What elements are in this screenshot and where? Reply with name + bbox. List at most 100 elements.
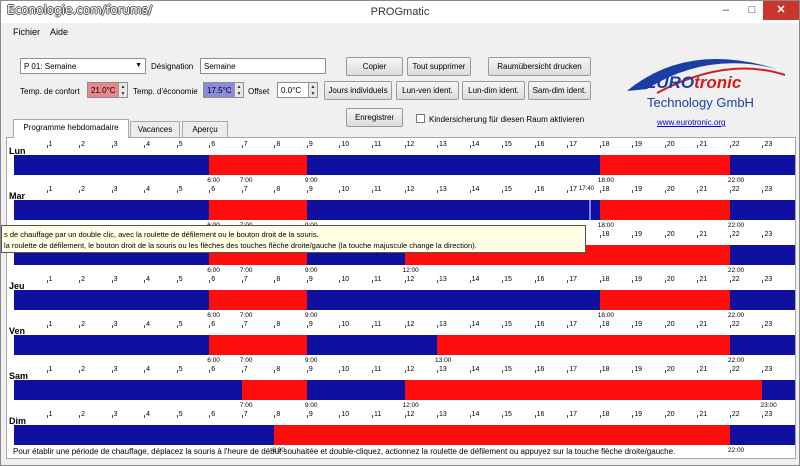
comfort-period[interactable] [209, 335, 307, 355]
schedule-bar[interactable] [14, 290, 795, 310]
comfort-period[interactable] [599, 155, 730, 175]
comfort-period[interactable] [274, 425, 730, 445]
hour-tick-label: 14 [471, 321, 480, 328]
comfort-period[interactable] [241, 380, 307, 400]
designation-field[interactable]: Semaine [200, 58, 326, 74]
hour-tick-label: 23 [764, 276, 773, 283]
hour-tick [437, 145, 439, 148]
hour-tick-label: 3 [113, 321, 118, 328]
hour-tick [697, 145, 699, 148]
hour-tick-label: 4 [146, 141, 151, 148]
maximize-button[interactable]: □ [739, 1, 765, 20]
schedule-bar[interactable] [14, 425, 795, 445]
comfort-period[interactable] [209, 290, 307, 310]
hour-tick-label: 4 [146, 186, 151, 193]
spin-down-icon[interactable]: ▼ [234, 90, 243, 97]
hour-tick [404, 190, 406, 193]
comfort-period[interactable] [599, 200, 730, 220]
tab-overview[interactable]: Aperçu [182, 121, 228, 138]
hour-tick-label: 21 [699, 411, 708, 418]
hour-tick-label: 1 [48, 321, 53, 328]
spin-up-icon[interactable]: ▲ [234, 83, 243, 90]
hour-tick-label: 22 [731, 366, 740, 373]
menu-file[interactable]: Fichier [13, 27, 40, 37]
hour-tick [762, 145, 764, 148]
sat-sun-identical-button[interactable]: Sam-dim ident. [528, 81, 591, 100]
period-time-label: 9:00 [304, 357, 318, 364]
comfort-period[interactable] [209, 155, 307, 175]
spin-up-icon[interactable]: ▲ [308, 83, 317, 90]
hour-tick [697, 280, 699, 283]
hour-tick [567, 325, 569, 328]
hour-tick-label: 7 [243, 276, 248, 283]
period-time-label: 18:00 [597, 222, 615, 229]
spin-up-icon[interactable]: ▲ [118, 83, 127, 90]
hour-tick [469, 325, 471, 328]
day-row-sam: Sam 1 2 3 4 5 6 7 8 9 10 11 12 13 14 15 16 17 18 19 20 21 22 23… [7, 365, 795, 409]
tab-holidays[interactable]: Vacances [130, 121, 180, 138]
copy-button[interactable]: Copier [346, 57, 403, 76]
day-row-mar: Mar 1 2 3 4 5 6 7 8 9 10 11 12 13 14 15 16 17 18 19 20 21 22 23… [7, 185, 795, 229]
comfort-period[interactable] [599, 290, 730, 310]
menu-help[interactable]: Aide [50, 27, 68, 37]
hour-tick-label: 13 [439, 186, 447, 193]
spin-down-icon[interactable]: ▼ [308, 90, 317, 97]
hour-tick-label: 6 [211, 141, 216, 148]
schedule-bar[interactable] [14, 380, 795, 400]
program-select-value: P 01: Semaine [24, 62, 77, 71]
eco-temp-field[interactable]: 17.5°C ▲ ▼ [203, 82, 244, 98]
hour-tick [502, 145, 504, 148]
hour-tick [762, 235, 764, 238]
hour-tick [111, 190, 113, 193]
eurotronic-logo: EUROtronic Technology GmbH www.eurotroni… [617, 51, 787, 131]
hour-tick [306, 415, 308, 418]
hour-tick [371, 370, 373, 373]
tab-weekly-program[interactable]: Programme hebdomadaire [13, 119, 129, 138]
individual-days-button[interactable]: Jours individuels [324, 81, 392, 100]
hour-tick [404, 370, 406, 373]
schedule-bar[interactable] [14, 200, 795, 220]
spin-down-icon[interactable]: ▼ [118, 90, 127, 97]
schedule-bar[interactable] [14, 155, 795, 175]
hour-tick [339, 325, 341, 328]
logo-url-link[interactable]: www.eurotronic.org [657, 118, 725, 127]
hour-tick [306, 370, 308, 373]
time-cursor-label: 17:40 [579, 186, 595, 192]
hour-tick [111, 280, 113, 283]
hour-tick-label: 8 [276, 366, 281, 373]
comfort-temp-value: 21.0°C [91, 86, 116, 95]
minimize-button[interactable]: – [713, 1, 739, 20]
mon-sun-identical-button[interactable]: Lun-dim ident. [462, 81, 525, 100]
offset-field[interactable]: 0.0°C ▲ ▼ [277, 82, 318, 98]
hour-tick-label: 16 [536, 141, 545, 148]
hour-tick-label: 15 [504, 411, 512, 418]
comfort-period[interactable] [404, 380, 763, 400]
print-overview-button[interactable]: Raumübersicht drucken [488, 57, 591, 76]
hour-tick [599, 280, 601, 283]
close-button[interactable]: ✕ [763, 1, 799, 20]
mon-fri-identical-button[interactable]: Lun-ven ident. [396, 81, 459, 100]
hour-tick-label: 11 [373, 366, 382, 373]
hour-tick-label: 7 [243, 321, 248, 328]
hour-tick-label: 21 [699, 231, 708, 238]
time-cursor[interactable] [589, 200, 591, 220]
comfort-temp-field[interactable]: 21.0°C ▲ ▼ [87, 82, 128, 98]
hour-tick [534, 370, 536, 373]
hour-tick [79, 325, 81, 328]
hour-tick [437, 370, 439, 373]
schedule-bar[interactable] [14, 335, 795, 355]
child-lock-checkbox[interactable] [416, 114, 425, 123]
hour-tick [632, 280, 634, 283]
delete-all-button[interactable]: Tout supprimer [407, 57, 471, 76]
hour-tick [404, 145, 406, 148]
comfort-period[interactable] [437, 335, 730, 355]
comfort-period[interactable] [209, 200, 307, 220]
period-time-label: 23:00 [760, 402, 777, 409]
hour-tick [79, 370, 81, 373]
program-select[interactable]: P 01: Semaine ▼ [20, 58, 146, 74]
hour-tick-label: 8 [276, 186, 281, 193]
hour-tick [79, 415, 81, 418]
save-button[interactable]: Enregistrer [346, 108, 403, 127]
hour-tick-label: 14 [471, 411, 480, 418]
hour-tick-label: 16 [536, 411, 545, 418]
